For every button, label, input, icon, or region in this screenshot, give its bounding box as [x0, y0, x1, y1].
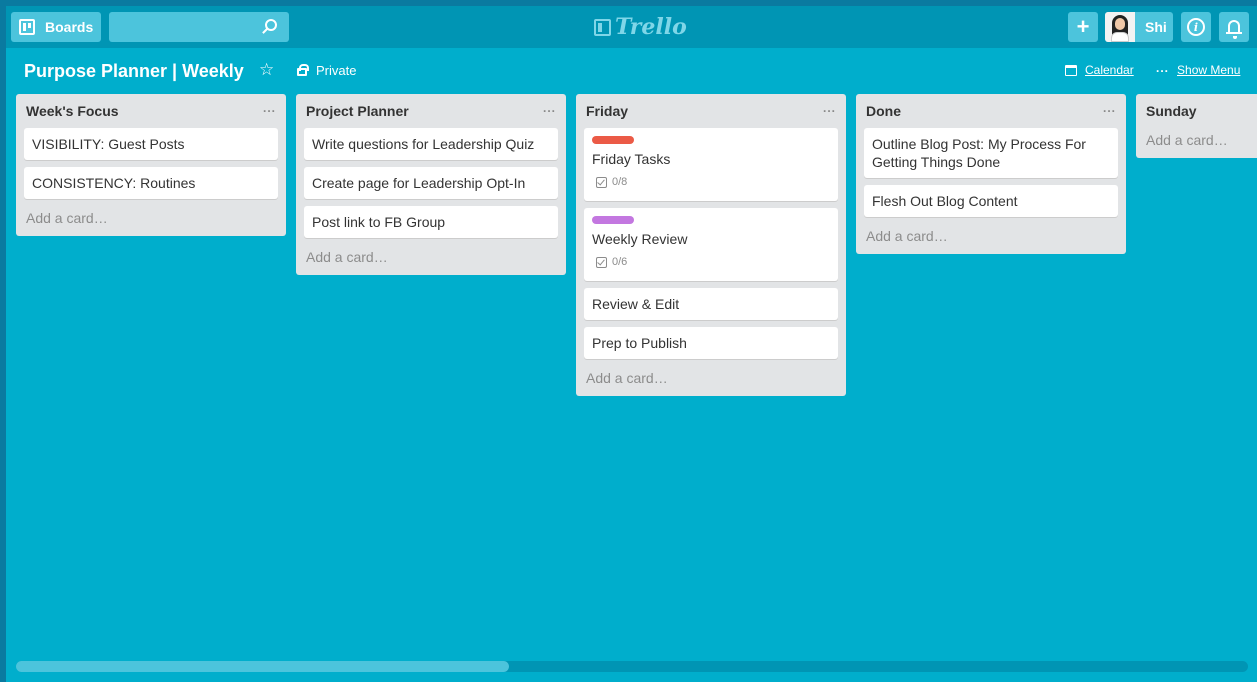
card-title: Friday Tasks — [592, 151, 671, 167]
notifications-button[interactable] — [1219, 12, 1249, 42]
list-title[interactable]: Friday — [586, 103, 628, 119]
list-menu-icon[interactable]: ... — [1103, 101, 1116, 115]
card-title: Review & Edit — [592, 296, 680, 312]
plus-icon: + — [1076, 14, 1090, 39]
list-friday: Friday ... Friday Tasks 0/8 Weekly Revie… — [576, 94, 846, 396]
visibility-button[interactable]: Private — [297, 63, 356, 78]
show-menu-button[interactable]: ... Show Menu — [1156, 60, 1241, 78]
info-button[interactable]: i — [1181, 12, 1211, 42]
card[interactable]: Weekly Review 0/6 — [584, 208, 838, 281]
search-input[interactable] — [109, 12, 289, 42]
card[interactable]: Prep to Publish — [584, 327, 838, 359]
card-label-purple — [592, 216, 634, 224]
calendar-button[interactable]: Calendar — [1065, 63, 1134, 77]
list-menu-icon[interactable]: ... — [543, 101, 556, 115]
more-dots-icon: ... — [1156, 60, 1170, 75]
add-card-link[interactable]: Add a card… — [864, 224, 1118, 254]
member-name: Shi — [1145, 19, 1167, 35]
card[interactable]: Outline Blog Post: My Process For Gettin… — [864, 128, 1118, 178]
calendar-label: Calendar — [1085, 63, 1134, 77]
card-title: Weekly Review — [592, 231, 688, 247]
list-done: Done ... Outline Blog Post: My Process F… — [856, 94, 1126, 254]
trello-logo-text: Trello — [615, 14, 687, 40]
boards-button[interactable]: Boards — [11, 12, 101, 42]
card[interactable]: Flesh Out Blog Content — [864, 185, 1118, 217]
card[interactable]: CONSISTENCY: Routines — [24, 167, 278, 199]
info-icon: i — [1187, 18, 1205, 36]
card-title: CONSISTENCY: Routines — [32, 175, 196, 191]
card-title: Create page for Leadership Opt-In — [312, 175, 526, 191]
card-title: Outline Blog Post: My Process For Gettin… — [872, 136, 1086, 170]
card-title: Post link to FB Group — [312, 214, 446, 230]
list-project-planner: Project Planner ... Write questions for … — [296, 94, 566, 275]
star-icon[interactable]: ☆ — [259, 60, 274, 80]
board-canvas: Boards Trello + Shi i Purpose Planner | … — [6, 6, 1257, 682]
avatar — [1105, 12, 1135, 42]
card[interactable]: Post link to FB Group — [304, 206, 558, 238]
checklist-count: 0/6 — [612, 256, 628, 268]
card-title: VISIBILITY: Guest Posts — [32, 136, 185, 152]
boards-icon — [19, 19, 35, 35]
add-button[interactable]: + — [1068, 12, 1098, 42]
add-card-link[interactable]: Add a card… — [24, 206, 278, 236]
member-menu-button[interactable]: Shi — [1105, 12, 1173, 42]
scrollbar-thumb[interactable] — [16, 661, 509, 672]
list-title[interactable]: Sunday — [1146, 103, 1197, 119]
checklist-badge: 0/8 — [596, 173, 830, 191]
board-title[interactable]: Purpose Planner | Weekly — [24, 61, 244, 82]
list-menu-icon[interactable]: ... — [823, 101, 836, 115]
list-title[interactable]: Week's Focus — [26, 103, 119, 119]
checklist-icon — [596, 176, 607, 188]
card-title: Write questions for Leadership Quiz — [312, 136, 535, 152]
checklist-count: 0/8 — [612, 176, 628, 188]
horizontal-scrollbar[interactable] — [16, 661, 1248, 672]
checklist-badge: 0/6 — [596, 253, 830, 271]
add-card-link[interactable]: Add a card… — [1144, 128, 1249, 158]
list-title[interactable]: Project Planner — [306, 103, 409, 119]
card-label-red — [592, 136, 634, 144]
add-card-link[interactable]: Add a card… — [304, 245, 558, 275]
list-menu-icon[interactable]: ... — [263, 101, 276, 115]
card[interactable]: Review & Edit — [584, 288, 838, 320]
card[interactable]: Friday Tasks 0/8 — [584, 128, 838, 201]
trello-logo[interactable]: Trello — [594, 14, 687, 40]
list-title[interactable]: Done — [866, 103, 901, 119]
visibility-label: Private — [316, 63, 357, 78]
calendar-icon — [1065, 64, 1077, 76]
list-sunday: Sunday Add a card… — [1136, 94, 1257, 158]
card[interactable]: VISIBILITY: Guest Posts — [24, 128, 278, 160]
card-title: Flesh Out Blog Content — [872, 193, 1018, 209]
checklist-icon — [596, 256, 607, 268]
card[interactable]: Create page for Leadership Opt-In — [304, 167, 558, 199]
list-weeks-focus: Week's Focus ... VISIBILITY: Guest Posts… — [16, 94, 286, 236]
trello-logo-icon — [594, 18, 611, 36]
card-title: Prep to Publish — [592, 335, 687, 351]
lock-icon — [297, 64, 309, 76]
bell-icon — [1226, 20, 1242, 39]
search-icon[interactable] — [265, 19, 277, 31]
top-header: Boards Trello + Shi i — [6, 6, 1257, 48]
card[interactable]: Write questions for Leadership Quiz — [304, 128, 558, 160]
show-menu-label: Show Menu — [1177, 63, 1241, 77]
boards-label: Boards — [45, 19, 94, 35]
add-card-link[interactable]: Add a card… — [584, 366, 838, 396]
